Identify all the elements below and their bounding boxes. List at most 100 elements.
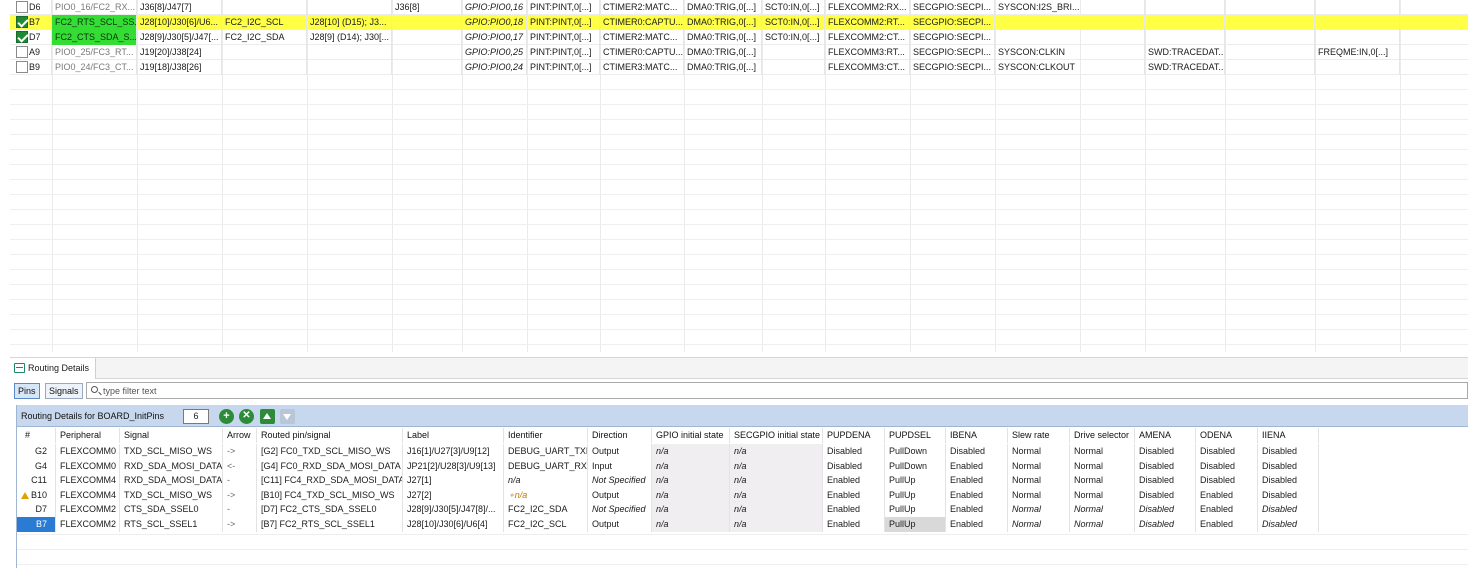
routing-cell[interactable]: Normal: [1070, 502, 1135, 518]
routing-cell[interactable]: RXD_SDA_MOSI_DATA: [120, 458, 223, 474]
routing-cell[interactable]: Disabled: [1258, 502, 1319, 518]
routing-cell[interactable]: TXD_SCL_MISO_WS: [120, 487, 223, 503]
pin-cell[interactable]: J28[9]/J30[5]/J47[...: [137, 30, 222, 45]
routing-row[interactable]: B10 FLEXCOMM4 TXD_SCL_MISO_WS -> [B10] FC4_T…: [17, 487, 1468, 503]
pin-cell[interactable]: CTIMER0:CAPTU...: [600, 45, 684, 60]
routing-cell[interactable]: Enabled: [1196, 517, 1258, 532]
routing-cell[interactable]: Disabled: [1258, 444, 1319, 459]
pin-cell[interactable]: [1225, 0, 1315, 15]
routing-row[interactable]: C11 FLEXCOMM4 RXD_SDA_MOSI_DATA - [C11] FC4_…: [17, 473, 1468, 489]
pin-cell[interactable]: J28[10] (D15); J3...: [307, 15, 392, 30]
pin-cell[interactable]: FC2_I2C_SDA: [222, 30, 307, 45]
routing-cell[interactable]: n/a: [730, 444, 823, 459]
routing-cell[interactable]: Disabled: [1135, 487, 1196, 503]
routing-cell[interactable]: Enabled: [946, 458, 1008, 474]
routing-cell[interactable]: n/a: [730, 458, 823, 474]
pin-cell[interactable]: J36[8]/J47[7]: [137, 0, 222, 15]
pin-cell[interactable]: [1315, 30, 1400, 45]
pin-cell[interactable]: [1225, 60, 1315, 75]
routing-cell[interactable]: n/a: [504, 473, 588, 489]
pin-cell[interactable]: SYSCON:CLKIN: [995, 45, 1145, 60]
routing-cell[interactable]: PullUp: [885, 502, 946, 518]
pin-cell[interactable]: DMA0:TRIG,0[...]: [684, 30, 762, 45]
column-header[interactable]: Drive selector: [1070, 428, 1135, 443]
routing-cell[interactable]: <-: [223, 458, 257, 474]
pin-cell[interactable]: FC2_RTS_SCL_SS...: [52, 15, 137, 30]
column-header[interactable]: Slew rate: [1008, 428, 1070, 443]
routing-cell[interactable]: [B10] FC4_TXD_SCL_MISO_WS: [257, 487, 403, 503]
routing-row[interactable]: D7 FLEXCOMM2 CTS_SDA_SSEL0 - [D7] FC2_CTS_SD…: [17, 502, 1468, 518]
filter-input[interactable]: [101, 383, 1461, 398]
routing-cell[interactable]: -: [223, 473, 257, 489]
routing-cell[interactable]: Disabled: [1258, 517, 1319, 532]
column-header[interactable]: ODENA: [1196, 428, 1258, 443]
pins-toggle-button[interactable]: Pins: [14, 383, 40, 399]
routing-cell[interactable]: Disabled: [1135, 517, 1196, 532]
route-count-field[interactable]: 6: [183, 409, 209, 424]
routing-cell[interactable]: Normal: [1008, 517, 1070, 532]
pin-cell[interactable]: CTIMER2:MATC...: [600, 30, 684, 45]
routing-cell[interactable]: Output: [588, 444, 652, 459]
routing-cell[interactable]: FC2_I2C_SCL: [504, 517, 588, 532]
add-route-button[interactable]: +: [219, 409, 234, 424]
routing-cell[interactable]: [C11] FC4_RXD_SDA_MOSI_DATA: [257, 473, 403, 489]
column-header[interactable]: Direction: [588, 428, 652, 443]
pin-cell[interactable]: [762, 45, 825, 60]
routing-cell[interactable]: Enabled: [1196, 502, 1258, 518]
routing-cell[interactable]: Disabled: [1135, 458, 1196, 474]
routing-cell[interactable]: FLEXCOMM4: [56, 487, 120, 503]
routing-cell[interactable]: Disabled: [1258, 487, 1319, 503]
routing-cell[interactable]: PullUp: [885, 517, 946, 532]
routing-cell[interactable]: Normal: [1008, 473, 1070, 489]
routing-cell[interactable]: B7: [17, 517, 56, 532]
routing-cell[interactable]: Enabled: [823, 487, 885, 503]
routing-cell[interactable]: B10: [17, 487, 56, 503]
routing-cell[interactable]: JP21[2]/U28[3]/U9[13]: [403, 458, 504, 474]
pin-cell[interactable]: GPIO:PIO0,24: [462, 60, 527, 75]
pin-cell[interactable]: [995, 15, 1145, 30]
pin-cell[interactable]: GPIO:PIO0,18: [462, 15, 527, 30]
pin-cell[interactable]: [762, 60, 825, 75]
routing-cell[interactable]: RTS_SCL_SSEL1: [120, 517, 223, 532]
routing-cell[interactable]: Disabled: [1196, 458, 1258, 474]
pin-cell[interactable]: DMA0:TRIG,0[...]: [684, 15, 762, 30]
pin-cell[interactable]: SYSCON:I2S_BRI...: [995, 0, 1145, 15]
routing-cell[interactable]: n/a: [652, 458, 730, 474]
routing-cell[interactable]: Normal: [1008, 444, 1070, 459]
pin-cell[interactable]: J28[10]/J30[6]/U6...: [137, 15, 222, 30]
pin-cell[interactable]: GPIO:PIO0,25: [462, 45, 527, 60]
routing-cell[interactable]: ->: [223, 487, 257, 503]
pin-cell[interactable]: SECGPIO:SECPI...: [910, 30, 995, 45]
pin-cell[interactable]: SECGPIO:SECPI...: [910, 15, 995, 30]
pin-cell[interactable]: J19[20]/J38[24]: [137, 45, 222, 60]
routing-cell[interactable]: Enabled: [946, 517, 1008, 532]
pin-cell[interactable]: [1145, 15, 1225, 30]
pin-cell[interactable]: PIO0_24/FC3_CT...: [52, 60, 137, 75]
pin-cell[interactable]: GPIO:PIO0,16: [462, 0, 527, 15]
pin-cell[interactable]: [307, 60, 392, 75]
routing-cell[interactable]: FLEXCOMM2: [56, 517, 120, 532]
routing-cell[interactable]: Disabled: [946, 444, 1008, 459]
pin-cell[interactable]: [392, 30, 462, 45]
routing-cell[interactable]: PullUp: [885, 473, 946, 489]
routing-cell[interactable]: FLEXCOMM0: [56, 444, 120, 459]
pin-cell[interactable]: SCT0:IN,0[...]: [762, 0, 825, 15]
routing-cell[interactable]: FLEXCOMM4: [56, 473, 120, 489]
column-header[interactable]: Arrow: [223, 428, 257, 443]
pin-cell[interactable]: PINT:PINT,0[...]: [527, 0, 600, 15]
pin-cell[interactable]: [222, 0, 307, 15]
routing-cell[interactable]: Normal: [1008, 502, 1070, 518]
routing-cell[interactable]: Not Specified: [588, 473, 652, 489]
pin-cell[interactable]: CTIMER3:MATC...: [600, 60, 684, 75]
pin-cell[interactable]: DMA0:TRIG,0[...]: [684, 0, 762, 15]
pin-cell[interactable]: B7: [26, 15, 52, 30]
pin-cell[interactable]: PIO0_25/FC3_RT...: [52, 45, 137, 60]
routing-cell[interactable]: [D7] FC2_CTS_SDA_SSEL0: [257, 502, 403, 518]
pin-row[interactable]: A9 PIO0_25/FC3_RT... J19[20]/J38[24] GPIO:P…: [10, 45, 1468, 60]
column-header[interactable]: PUPDSEL: [885, 428, 946, 443]
move-down-button[interactable]: [280, 409, 295, 424]
pin-row[interactable]: B9 PIO0_24/FC3_CT... J19[18]/J38[26] GPIO:P…: [10, 60, 1468, 75]
column-header[interactable]: GPIO initial state: [652, 428, 730, 443]
pin-cell[interactable]: [1225, 30, 1315, 45]
routing-cell[interactable]: Disabled: [823, 444, 885, 459]
